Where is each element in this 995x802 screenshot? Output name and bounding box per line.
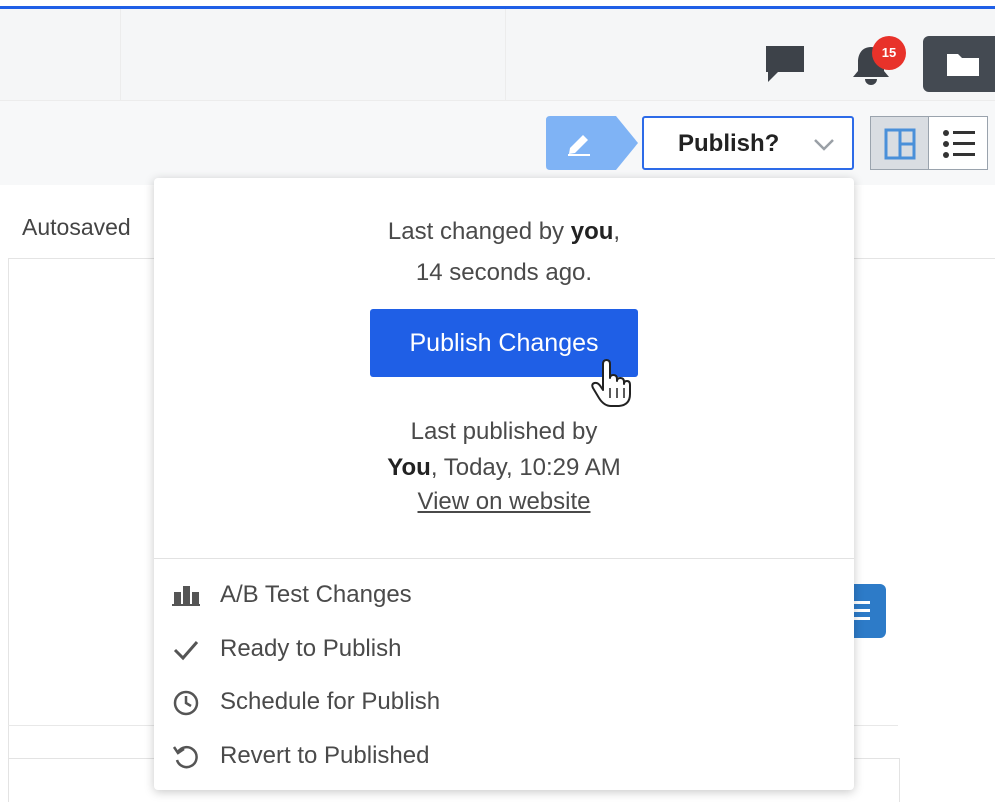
menu-item-revert[interactable]: Revert to Published xyxy=(154,731,854,783)
edit-mode-button[interactable] xyxy=(546,116,638,170)
menu-item-label: Schedule for Publish xyxy=(220,688,441,715)
pencil-icon xyxy=(568,135,590,156)
menu-item-label: Ready to Publish xyxy=(220,635,402,662)
publish-dropdown-panel: Last changed by you, 14 seconds ago. Pub… xyxy=(154,178,854,790)
clock-icon xyxy=(173,690,199,716)
split-layout-icon xyxy=(884,128,916,160)
autosaved-status: Autosaved xyxy=(22,214,131,240)
menu-item-ab-test[interactable]: A/B Test Changes xyxy=(154,570,854,622)
view-on-website-link-wrap: View on website xyxy=(154,488,854,516)
publish-status-dropdown[interactable]: Publish? xyxy=(642,116,854,170)
last-changed-time: 14 seconds ago. xyxy=(415,259,593,286)
ab-test-icon xyxy=(172,586,200,606)
menu-icon xyxy=(854,601,870,620)
chat-icon[interactable] xyxy=(764,44,808,88)
split-view-toggle[interactable] xyxy=(870,116,928,170)
last-published-user: You xyxy=(387,454,431,481)
last-changed-user: you xyxy=(570,218,614,245)
menu-item-label: A/B Test Changes xyxy=(220,581,412,608)
app-window: 15 Publish? Autosaved Last changed by yo… xyxy=(0,0,995,802)
folder-icon xyxy=(947,54,979,76)
list-icon xyxy=(943,130,975,158)
last-published-time: , Today, 10:29 AM xyxy=(430,454,621,481)
list-view-toggle[interactable] xyxy=(928,116,988,170)
panel-divider xyxy=(154,558,854,559)
last-published-label: Last published by xyxy=(410,418,598,445)
publish-dropdown-label: Publish? xyxy=(678,130,780,157)
chevron-down-icon xyxy=(814,139,834,151)
top-header-bar xyxy=(0,9,995,101)
checkmark-icon xyxy=(173,641,199,661)
folder-button[interactable] xyxy=(923,36,995,92)
last-changed-prefix: Last changed by xyxy=(387,218,571,245)
menu-item-ready-to-publish[interactable]: Ready to Publish xyxy=(154,624,854,676)
header-divider xyxy=(505,9,506,101)
content-border xyxy=(8,258,9,802)
last-published-line: You, Today, 10:29 AM xyxy=(154,454,854,482)
menu-item-schedule[interactable]: Schedule for Publish xyxy=(154,677,854,729)
hand-cursor-icon xyxy=(591,359,631,407)
revert-icon xyxy=(172,745,198,769)
last-changed-line: Last changed by you, xyxy=(154,218,854,246)
menu-item-label: Revert to Published xyxy=(220,742,430,769)
view-on-website-link[interactable]: View on website xyxy=(418,488,591,515)
header-divider xyxy=(120,9,121,101)
notification-badge[interactable]: 15 xyxy=(872,36,906,70)
last-changed-suffix: , xyxy=(613,218,621,245)
